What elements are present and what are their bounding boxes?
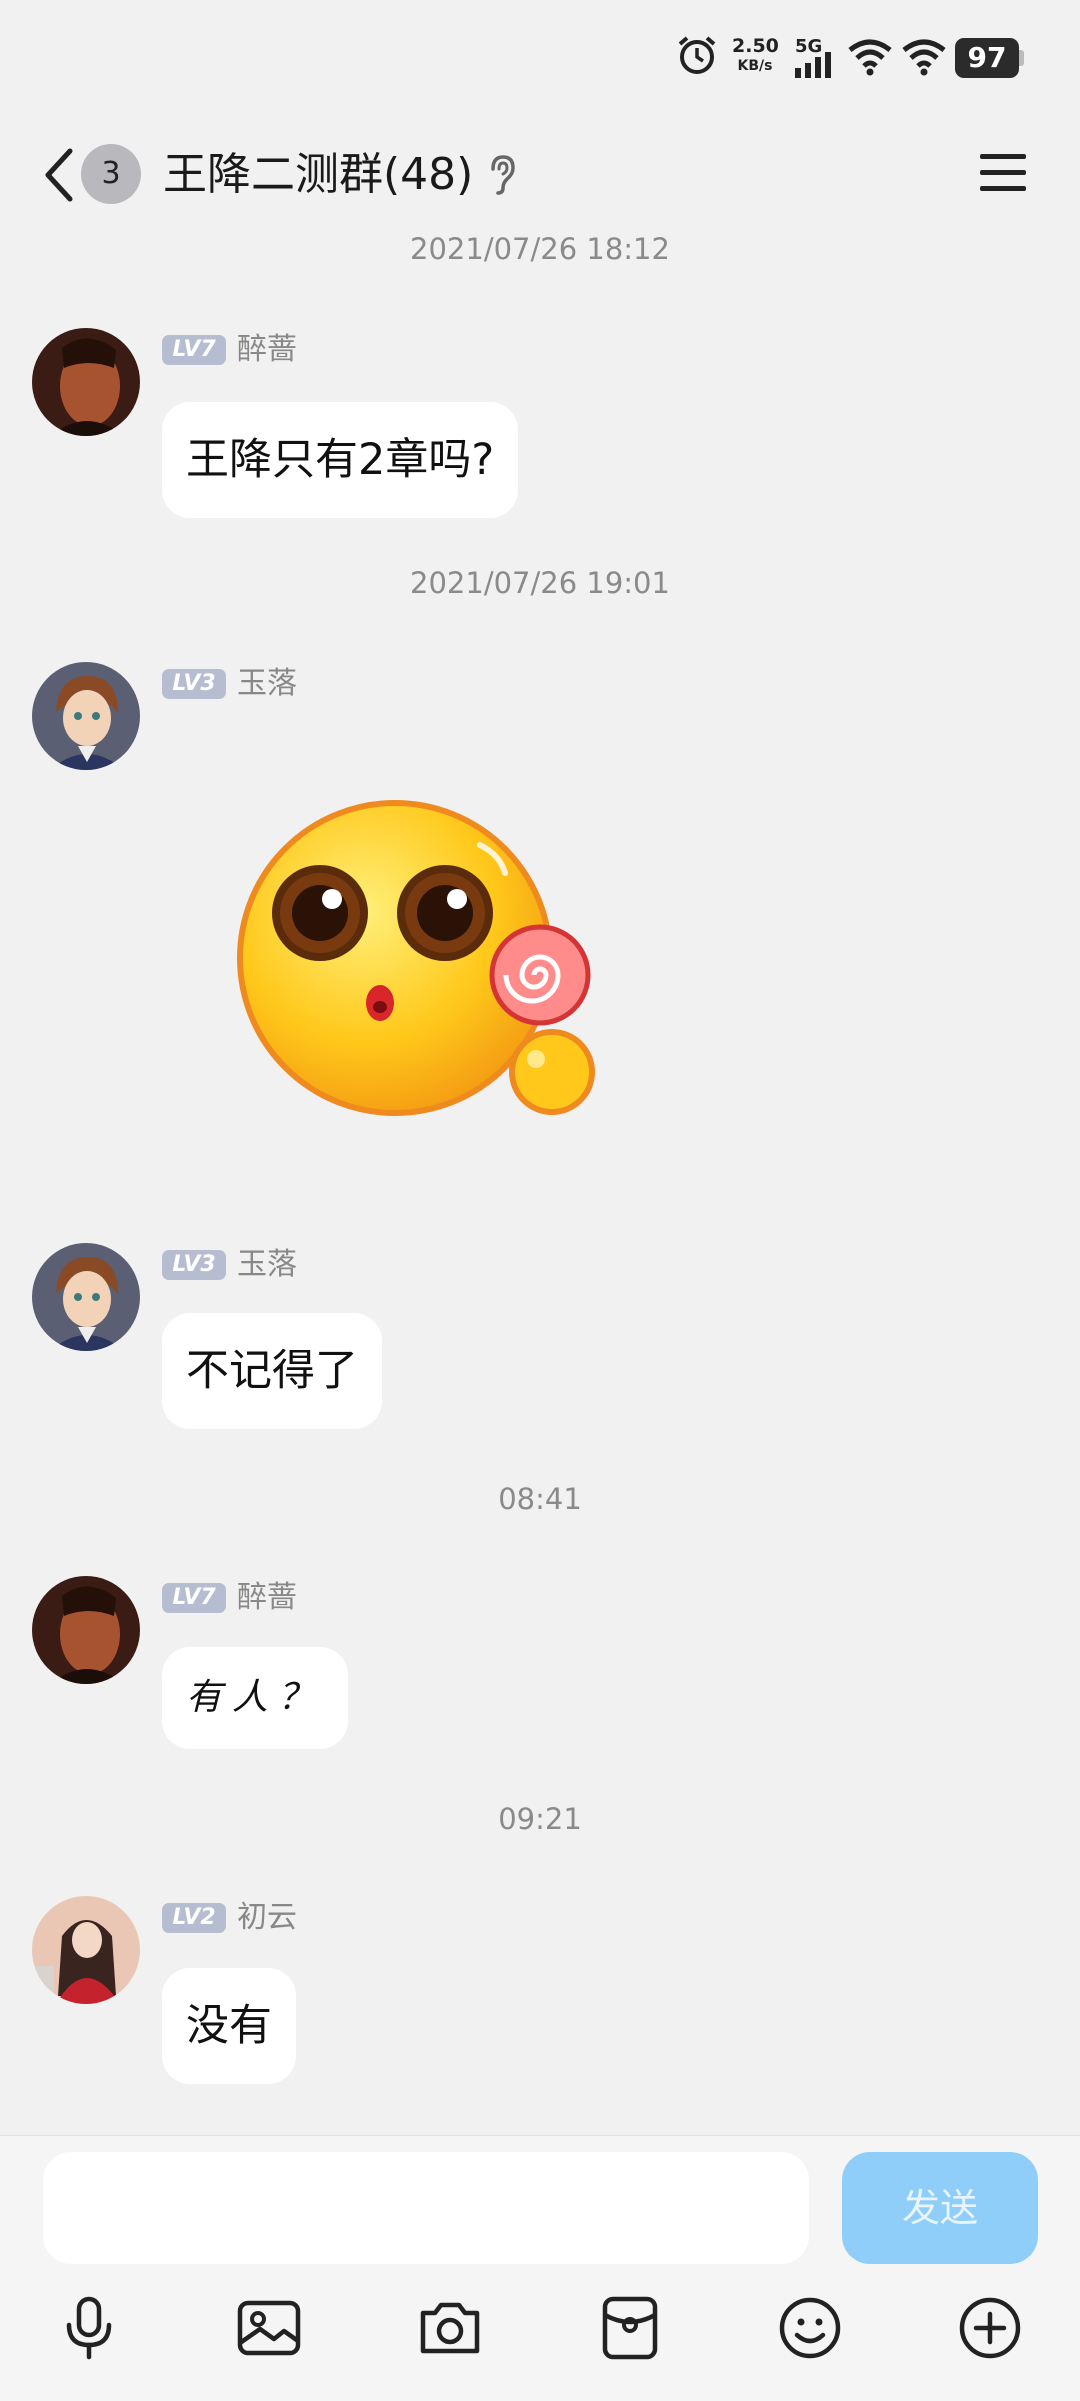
level-badge: LV7 <box>162 1583 226 1613</box>
red-packet-icon[interactable] <box>597 2295 663 2361</box>
message-bubble[interactable]: 有人？ <box>162 1647 349 1749</box>
image-icon[interactable] <box>236 2295 302 2361</box>
level-badge: LV7 <box>162 335 226 365</box>
sender-name[interactable]: 玉落 <box>237 664 297 704</box>
speed-unit: KB/s <box>737 58 773 74</box>
battery-tip <box>1019 50 1024 66</box>
level-badge: LV2 <box>162 1903 226 1933</box>
timestamp: 08:41 <box>498 1482 582 1516</box>
timestamp: 2021/07/26 19:01 <box>410 566 670 600</box>
menu-icon[interactable] <box>980 150 1026 196</box>
status-bar: 2.50 KB/s 5G 97 <box>0 0 1080 110</box>
signal-icon <box>795 52 831 78</box>
wifi-icon <box>902 39 946 76</box>
microphone-icon[interactable] <box>56 2295 122 2361</box>
unread-count-badge[interactable]: 3 <box>81 144 141 204</box>
camera-icon[interactable] <box>417 2295 483 2361</box>
lollipop-emoji-sticker[interactable] <box>230 795 610 1135</box>
plus-icon[interactable] <box>957 2295 1023 2361</box>
avatar[interactable] <box>32 1243 140 1351</box>
emoji-icon[interactable] <box>777 2295 843 2361</box>
sender-name[interactable]: 初云 <box>237 1898 297 1938</box>
battery-level: 97 <box>955 38 1019 78</box>
wifi-icon <box>848 39 892 76</box>
avatar[interactable] <box>32 662 140 770</box>
avatar[interactable] <box>32 1896 140 2004</box>
level-badge: LV3 <box>162 669 226 699</box>
timestamp: 09:21 <box>498 1802 582 1836</box>
sender-name[interactable]: 玉落 <box>237 1245 297 1285</box>
network-speed: 2.50 KB/s <box>732 35 779 76</box>
sender-name[interactable]: 醉蔷 <box>237 330 297 370</box>
sender-name[interactable]: 醉蔷 <box>237 1578 297 1618</box>
message-bubble[interactable]: 王降只有2章吗? <box>162 402 519 518</box>
message-bubble[interactable]: 不记得了 <box>162 1313 382 1429</box>
avatar[interactable] <box>32 328 140 436</box>
level-badge: LV3 <box>162 1250 226 1280</box>
timestamp: 2021/07/26 18:12 <box>410 232 670 266</box>
chat-title: 王降二测群(48) <box>163 149 474 200</box>
avatar[interactable] <box>32 1576 140 1684</box>
back-arrow-icon[interactable] <box>38 145 78 205</box>
message-bubble[interactable]: 没有 <box>162 1968 296 2084</box>
send-button[interactable]: 发送 <box>842 2152 1038 2264</box>
alarm-icon <box>678 36 716 74</box>
ear-icon[interactable] <box>488 154 516 196</box>
message-input[interactable] <box>43 2152 809 2264</box>
speed-value: 2.50 <box>732 35 779 57</box>
